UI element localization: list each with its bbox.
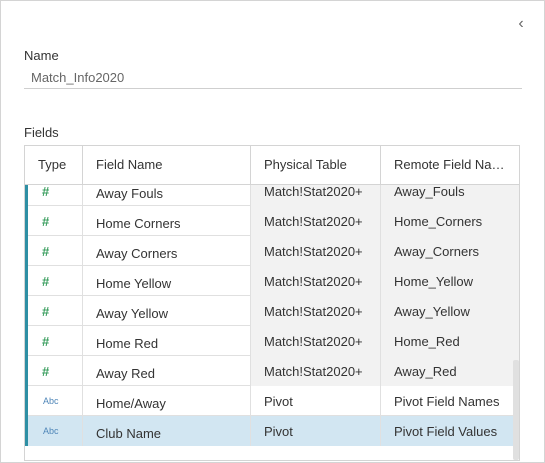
remote-field-name-cell: Away_Corners: [381, 236, 519, 266]
field-details-panel: ‹ Name Fields Type Field Name Physical T…: [0, 0, 545, 463]
physical-table-cell: Match!Stat2020+: [251, 185, 381, 206]
physical-table-cell: Match!Stat2020+: [251, 326, 381, 356]
field-name-cell[interactable]: Away Fouls: [83, 185, 251, 206]
type-cell[interactable]: #: [25, 206, 83, 236]
table-row[interactable]: Abc Home/Away Pivot Pivot Field Names: [25, 386, 519, 416]
field-name-cell[interactable]: Home Yellow: [83, 266, 251, 296]
number-type-icon[interactable]: #: [42, 275, 49, 288]
name-label: Name: [24, 48, 59, 63]
number-type-icon[interactable]: #: [42, 335, 49, 348]
physical-table-cell: Pivot: [251, 416, 381, 446]
table-row[interactable]: # Away Red Match!Stat2020+ Away_Red: [25, 356, 519, 386]
column-header-remote-field-name[interactable]: Remote Field Na…: [381, 146, 519, 184]
remote-field-name-cell: Away_Fouls: [381, 185, 519, 206]
fields-table: Type Field Name Physical Table Remote Fi…: [24, 145, 520, 461]
type-cell[interactable]: #: [25, 356, 83, 386]
physical-table-cell: Pivot: [251, 386, 381, 416]
physical-table-cell: Match!Stat2020+: [251, 356, 381, 386]
column-header-type[interactable]: Type: [25, 146, 83, 184]
table-row[interactable]: Abc Club Name Pivot Pivot Field Values: [25, 416, 519, 446]
field-name-cell[interactable]: Away Yellow: [83, 296, 251, 326]
number-type-icon[interactable]: #: [42, 365, 49, 378]
string-type-icon[interactable]: Abc: [42, 426, 59, 436]
field-name-cell[interactable]: Club Name: [83, 416, 251, 446]
column-header-physical-table[interactable]: Physical Table: [251, 146, 381, 184]
type-cell[interactable]: #: [25, 326, 83, 356]
table-body: # Away Fouls Match!Stat2020+ Away_Fouls # Hom…: [25, 185, 519, 460]
remote-field-name-cell: Pivot Field Names: [394, 393, 500, 409]
remote-field-name-cell: Away_Yellow: [381, 296, 519, 326]
scrollbar-thumb[interactable]: [513, 360, 519, 460]
field-name-cell[interactable]: Home Red: [83, 326, 251, 356]
remote-field-name-cell: Pivot Field Values: [381, 416, 519, 446]
string-type-icon[interactable]: Abc: [42, 396, 59, 406]
column-header-field-name[interactable]: Field Name: [83, 146, 251, 184]
field-name-cell[interactable]: Home/Away: [83, 386, 251, 416]
collapse-panel-icon[interactable]: ‹: [513, 14, 529, 34]
table-row[interactable]: # Away Yellow Match!Stat2020+ Away_Yellow: [25, 296, 519, 326]
type-cell[interactable]: #: [25, 296, 83, 326]
table-row[interactable]: # Home Red Match!Stat2020+ Home_Red: [25, 326, 519, 356]
field-name-cell[interactable]: Home Corners: [83, 206, 251, 236]
remote-field-name-cell: Home_Corners: [381, 206, 519, 236]
table-header: Type Field Name Physical Table Remote Fi…: [25, 146, 519, 185]
physical-table-cell: Match!Stat2020+: [251, 206, 381, 236]
table-row[interactable]: # Home Corners Match!Stat2020+ Home_Corners: [25, 206, 519, 236]
field-name-cell[interactable]: Away Red: [83, 356, 251, 386]
table-row[interactable]: # Away Fouls Match!Stat2020+ Away_Fouls: [25, 185, 519, 206]
table-row[interactable]: # Away Corners Match!Stat2020+ Away_Corners: [25, 236, 519, 266]
fields-label: Fields: [24, 125, 59, 140]
name-field[interactable]: [24, 67, 522, 89]
remote-field-name-cell: Away_Red: [381, 356, 519, 386]
remote-field-name-cell: Home_Red: [381, 326, 519, 356]
number-type-icon[interactable]: #: [42, 185, 49, 198]
number-type-icon[interactable]: #: [42, 215, 49, 228]
table-row[interactable]: # Home Yellow Match!Stat2020+ Home_Yellow: [25, 266, 519, 296]
physical-table-cell: Match!Stat2020+: [251, 266, 381, 296]
field-name-cell[interactable]: Away Corners: [83, 236, 251, 266]
remote-field-name-cell: Home_Yellow: [381, 266, 519, 296]
number-type-icon[interactable]: #: [42, 245, 49, 258]
type-cell[interactable]: #: [25, 266, 83, 296]
physical-table-cell: Match!Stat2020+: [251, 236, 381, 266]
type-cell[interactable]: Abc: [25, 386, 83, 416]
number-type-icon[interactable]: #: [42, 305, 49, 318]
type-cell[interactable]: #: [25, 185, 83, 206]
type-cell[interactable]: Abc: [25, 416, 83, 446]
physical-table-cell: Match!Stat2020+: [251, 296, 381, 326]
table-scrollbar[interactable]: [513, 185, 519, 460]
type-cell[interactable]: #: [25, 236, 83, 266]
